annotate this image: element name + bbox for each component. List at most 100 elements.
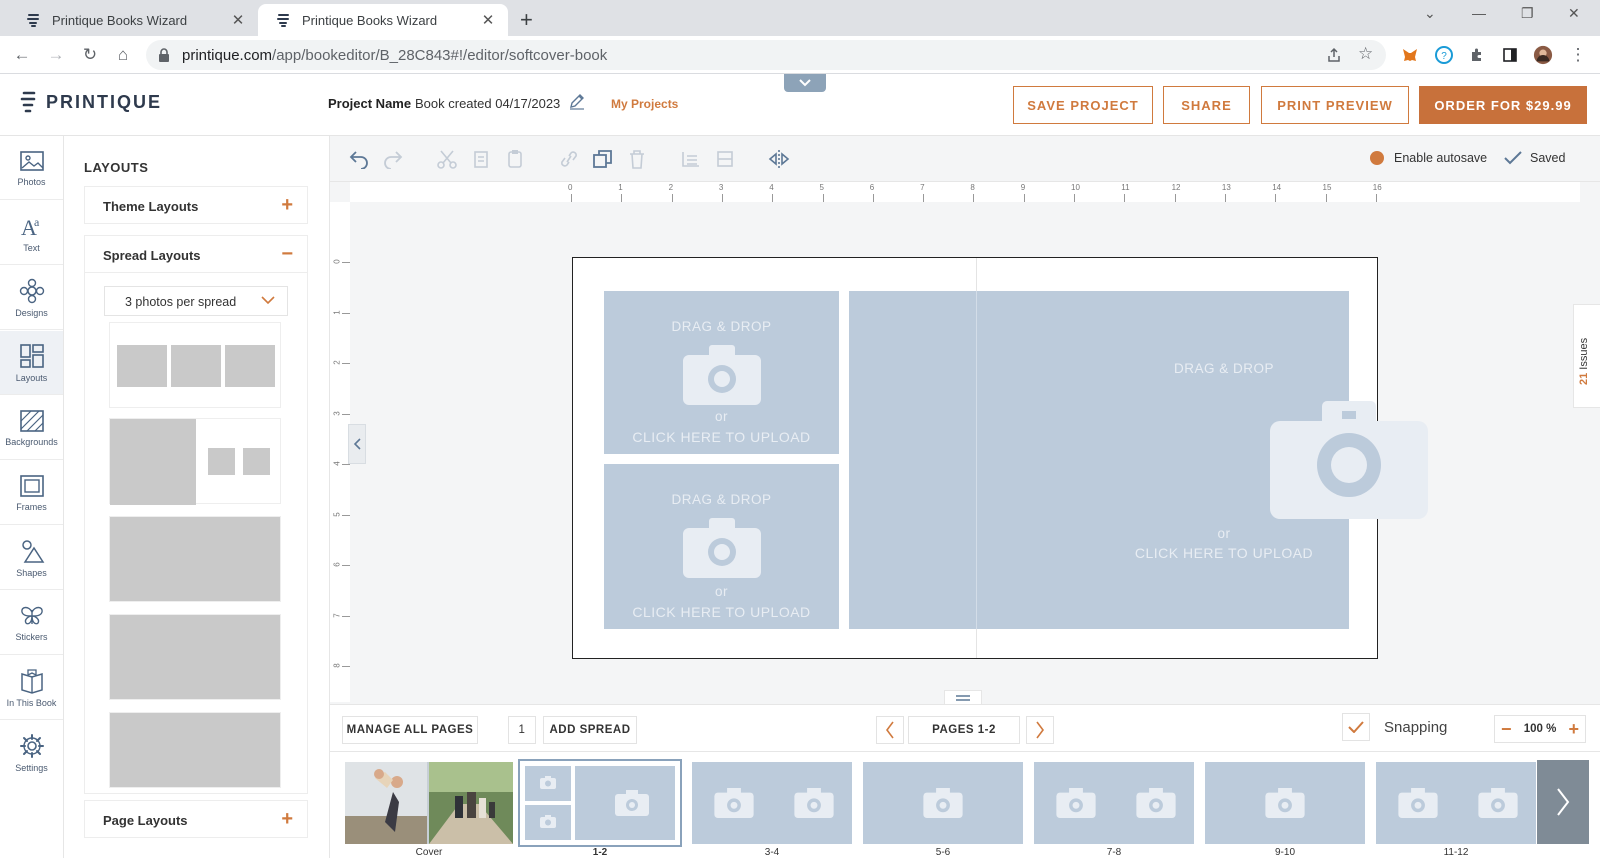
rail-item-settings[interactable]: Settings (0, 721, 63, 785)
new-tab-icon[interactable]: + (520, 7, 533, 33)
ruler-tick (671, 194, 673, 202)
ruler-tick-label: 12 (1171, 183, 1181, 192)
filmstrip-thumb-5-6[interactable] (863, 762, 1023, 844)
ruler-tick (342, 262, 350, 263)
ruler-tick (721, 194, 723, 202)
metamask-extension-icon[interactable] (1400, 45, 1420, 65)
rail-item-in-this-book[interactable]: In This Book (0, 656, 63, 720)
camera-icon (1265, 788, 1305, 818)
extensions-puzzle-icon[interactable] (1467, 45, 1487, 65)
svg-text:a: a (34, 215, 40, 229)
snapping-toggle[interactable]: Snapping (1342, 713, 1447, 741)
back-icon[interactable]: ← (12, 45, 32, 65)
collapse-minus-icon[interactable]: − (281, 244, 293, 264)
camera-icon (1270, 401, 1428, 519)
zoom-out-button[interactable]: − (1501, 720, 1512, 738)
resize-handle[interactable] (944, 690, 982, 704)
order-button[interactable]: ORDER FOR $29.99 (1419, 86, 1587, 124)
rail-item-photos[interactable]: Photos (0, 136, 63, 200)
browser-tab-2[interactable]: Printique Books Wizard ✕ (258, 4, 508, 36)
zoom-in-button[interactable]: + (1568, 720, 1579, 738)
share-page-icon[interactable] (1326, 47, 1342, 63)
snapping-checkbox[interactable] (1342, 713, 1370, 741)
layout-option[interactable] (109, 418, 281, 505)
copy-icon[interactable] (470, 149, 492, 169)
print-preview-button[interactable]: PRINT PREVIEW (1261, 86, 1409, 124)
ruler-tick-label: 3 (332, 410, 342, 416)
edit-pencil-icon[interactable] (568, 92, 586, 110)
photo-slot-bottom-left[interactable]: DRAG & DROP or CLICK HERE TO UPLOAD (604, 464, 839, 629)
rail-item-text[interactable]: Aa Text (0, 201, 63, 265)
manage-all-pages-button[interactable]: MANAGE ALL PAGES (342, 716, 478, 744)
next-page-button[interactable] (1026, 716, 1054, 744)
filmstrip-next-button[interactable] (1537, 760, 1589, 844)
my-projects-link[interactable]: My Projects (611, 97, 678, 111)
photos-per-spread-select[interactable]: 3 photos per spread (104, 286, 288, 316)
profile-avatar-icon[interactable] (1533, 45, 1553, 65)
minimize-icon[interactable]: — (1472, 5, 1486, 21)
previous-page-button[interactable] (876, 716, 904, 744)
browser-tab-1[interactable]: Printique Books Wizard ✕ (8, 4, 258, 36)
expand-plus-icon[interactable]: + (281, 809, 293, 829)
flip-horizontal-icon[interactable] (768, 149, 790, 169)
bookmark-star-icon[interactable]: ☆ (1358, 44, 1373, 64)
close-window-icon[interactable]: ✕ (1568, 5, 1580, 22)
rail-item-layouts[interactable]: Layouts (0, 331, 63, 395)
cut-icon[interactable] (436, 149, 458, 169)
ruler-tick-label: 4 (769, 183, 774, 192)
close-tab-icon[interactable]: ✕ (480, 12, 496, 29)
theme-layouts-accordion[interactable]: Theme Layouts + (84, 186, 308, 224)
forward-icon[interactable]: → (46, 45, 66, 65)
arrange-icon[interactable] (680, 149, 702, 169)
filmstrip-thumb-7-8[interactable] (1034, 762, 1194, 844)
undo-icon[interactable] (348, 149, 370, 169)
spread-count-field[interactable]: 1 (508, 716, 536, 744)
photo-slot-top-left[interactable]: DRAG & DROP or CLICK HERE TO UPLOAD (604, 291, 839, 454)
ruler-tick-label: 7 (920, 183, 925, 192)
duplicate-icon[interactable] (592, 149, 614, 169)
paste-icon[interactable] (504, 149, 526, 169)
filmstrip-thumb-1-2[interactable] (518, 759, 682, 847)
page-layouts-accordion[interactable]: Page Layouts + (84, 800, 308, 838)
home-icon[interactable]: ⌂ (113, 45, 133, 65)
align-icon[interactable] (714, 149, 736, 169)
filmstrip-thumb-11-12[interactable] (1376, 762, 1536, 844)
save-project-button[interactable]: SAVE PROJECT (1013, 86, 1153, 124)
expand-plus-icon[interactable]: + (281, 195, 293, 215)
filmstrip-thumb-cover[interactable] (345, 762, 513, 844)
redo-icon[interactable] (382, 149, 404, 169)
collapse-panel-toggle[interactable] (348, 424, 366, 464)
close-tab-icon[interactable]: ✕ (230, 12, 246, 29)
rail-item-frames[interactable]: Frames (0, 461, 63, 525)
rail-label: Layouts (15, 372, 48, 383)
browser-menu-icon[interactable]: ⋮ (1568, 45, 1588, 65)
layout-option[interactable] (109, 322, 281, 408)
rail-item-shapes[interactable]: Shapes (0, 526, 63, 590)
drag-drop-text: DRAG & DROP (1173, 361, 1274, 376)
filmstrip-thumb-3-4[interactable] (692, 762, 852, 844)
issues-tab[interactable]: 21 Issues (1573, 304, 1600, 408)
spread-layouts-accordion[interactable]: Spread Layouts − (84, 235, 308, 273)
extension-blue-icon[interactable]: ? (1434, 45, 1454, 65)
layout-option[interactable] (109, 712, 281, 788)
link-icon[interactable] (558, 149, 580, 169)
rail-item-backgrounds[interactable]: Backgrounds (0, 396, 63, 460)
add-spread-button[interactable]: ADD SPREAD (543, 716, 637, 744)
rail-item-designs[interactable]: Designs (0, 266, 63, 330)
rail-item-stickers[interactable]: Stickers (0, 591, 63, 655)
collapse-header-toggle[interactable] (784, 74, 826, 92)
filmstrip-label: 7-8 (1106, 847, 1122, 858)
reload-icon[interactable]: ↻ (80, 45, 100, 65)
side-panel-icon[interactable] (1500, 45, 1520, 65)
url-field[interactable]: printique.com/app/bookeditor/B_28C843#!/… (146, 40, 1386, 70)
printique-logo[interactable]: PRINTIQUE (20, 90, 162, 114)
restore-icon[interactable]: ❐ (1521, 5, 1534, 22)
tab-search-icon[interactable]: ⌄ (1424, 5, 1436, 22)
photo-slot-large-right[interactable]: DRAG & DROP or CLICK HERE TO UPLOAD (849, 291, 1428, 629)
autosave-toggle[interactable]: Enable autosave (1370, 151, 1487, 165)
layout-option[interactable] (109, 614, 281, 700)
delete-icon[interactable] (626, 149, 648, 169)
filmstrip-thumb-9-10[interactable] (1205, 762, 1365, 844)
layout-option[interactable] (109, 516, 281, 602)
share-button[interactable]: SHARE (1163, 86, 1250, 124)
